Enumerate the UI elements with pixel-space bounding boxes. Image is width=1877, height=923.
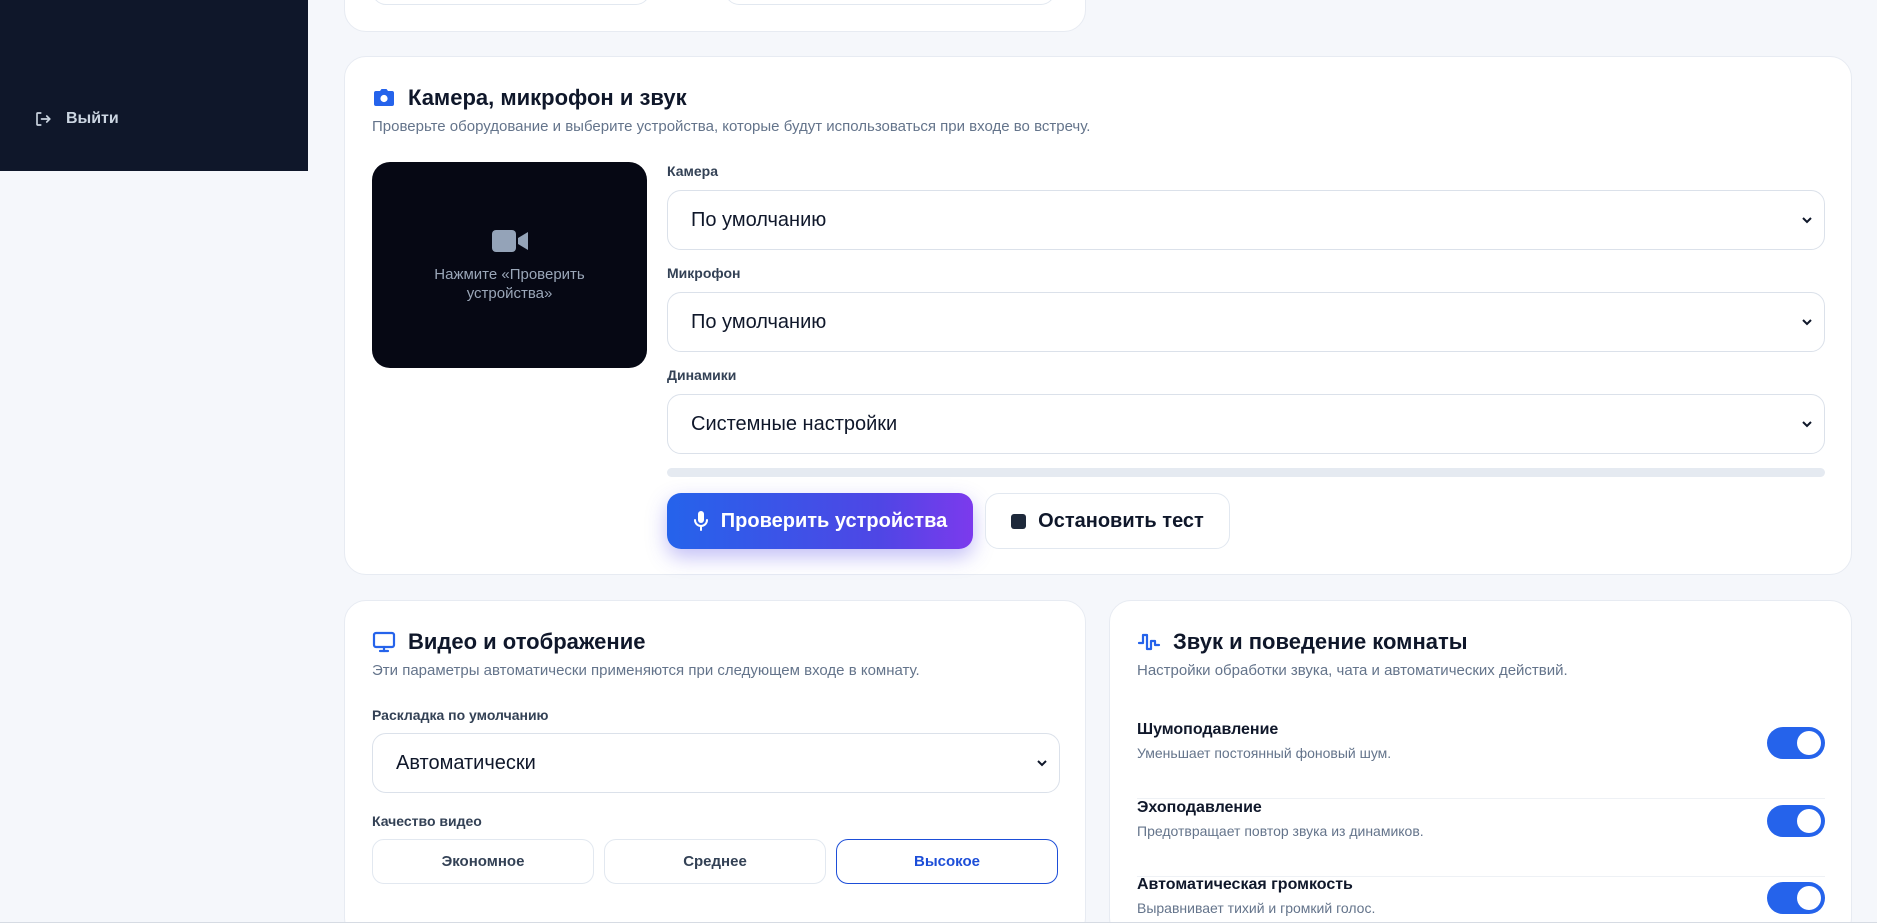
quality-option-economy[interactable]: Экономное: [372, 839, 594, 884]
camera-preview: Нажмите «Проверить устройства»: [372, 162, 647, 368]
logout-icon: [36, 112, 51, 126]
noise-suppression-desc: Уменьшает постоянный фоновый шум.: [1137, 745, 1392, 761]
auto-gain-title: Автоматическая громкость: [1137, 876, 1353, 893]
test-devices-label: Проверить устройства: [720, 509, 948, 532]
monitor-icon: [372, 631, 396, 653]
chevron-down-icon: [1037, 760, 1047, 767]
media-title-text: Камера, микрофон и звук: [408, 85, 687, 110]
waveform-icon: [1137, 633, 1161, 651]
chevron-down-icon: [1802, 319, 1812, 326]
speakers-select[interactable]: Системные настройки: [667, 394, 1825, 454]
stop-test-label: Остановить тест: [1038, 509, 1204, 532]
mic-level-meter: [667, 468, 1825, 477]
previous-field-right[interactable]: [725, 0, 1055, 5]
chevron-down-icon: [1802, 421, 1812, 428]
layout-label: Раскладка по умолчанию: [372, 707, 549, 723]
previous-field-left[interactable]: [372, 0, 650, 5]
quality-segmented-control: Экономное Среднее Высокое: [372, 839, 1058, 884]
microphone-icon: [693, 511, 708, 531]
mic-label: Микрофон: [667, 265, 741, 281]
previous-settings-card: [344, 0, 1086, 32]
camera-label: Камера: [667, 163, 718, 179]
noise-suppression-title: Шумоподавление: [1137, 721, 1279, 738]
noise-suppression-toggle[interactable]: [1767, 727, 1825, 759]
toggle-row-noise-suppression: Шумоподавление Уменьшает постоянный фоно…: [1137, 721, 1825, 799]
logout-label: Выйти: [66, 110, 119, 127]
mic-select[interactable]: По умолчанию: [667, 292, 1825, 352]
toggle-row-auto-gain: Автоматическая громкость Выравнивает тих…: [1137, 876, 1825, 923]
quality-option-medium[interactable]: Среднее: [604, 839, 826, 884]
media-subtitle: Проверьте оборудование и выберите устрой…: [372, 118, 1091, 135]
echo-cancellation-title: Эхоподавление: [1137, 799, 1262, 816]
media-settings-card: Камера, микрофон и звук Проверьте оборуд…: [344, 56, 1852, 575]
sound-subtitle: Настройки обработки звука, чата и автома…: [1137, 662, 1568, 679]
layout-select[interactable]: Автоматически: [372, 733, 1060, 793]
stop-icon: [1011, 513, 1027, 529]
quality-option-high[interactable]: Высокое: [836, 839, 1058, 884]
layout-select-value: Автоматически: [396, 751, 536, 774]
logout-button[interactable]: Выйти: [34, 110, 119, 128]
auto-gain-desc: Выравнивает тихий и громкий голос.: [1137, 900, 1376, 916]
stop-test-button[interactable]: Остановить тест: [985, 493, 1230, 549]
camera-select-value: По умолчанию: [691, 208, 827, 231]
chevron-down-icon: [1802, 217, 1812, 224]
speakers-select-value: Системные настройки: [691, 412, 898, 435]
sound-card-title: Звук и поведение комнаты: [1137, 629, 1468, 655]
quality-label: Качество видео: [372, 813, 482, 829]
camera-select[interactable]: По умолчанию: [667, 190, 1825, 250]
test-devices-button[interactable]: Проверить устройства: [667, 493, 973, 549]
toggle-row-echo-cancellation: Эхоподавление Предотвращает повтор звука…: [1137, 799, 1825, 877]
video-settings-card: Видео и отображение Эти параметры автома…: [344, 600, 1086, 923]
sidebar: Выйти: [0, 0, 308, 171]
camera-icon: [374, 89, 394, 106]
echo-cancellation-desc: Предотвращает повтор звука из динамиков.: [1137, 823, 1424, 839]
sound-title-text: Звук и поведение комнаты: [1173, 629, 1468, 654]
video-camera-icon: [491, 230, 528, 252]
sound-settings-card: Звук и поведение комнаты Настройки обраб…: [1109, 600, 1852, 923]
video-subtitle: Эти параметры автоматически применяются …: [372, 662, 920, 679]
echo-cancellation-toggle[interactable]: [1767, 805, 1825, 837]
video-card-title: Видео и отображение: [372, 629, 645, 655]
speakers-label: Динамики: [667, 367, 737, 383]
preview-hint: Нажмите «Проверить устройства»: [434, 266, 585, 302]
mic-select-value: По умолчанию: [691, 310, 827, 333]
media-card-title: Камера, микрофон и звук: [372, 85, 687, 111]
auto-gain-toggle[interactable]: [1767, 882, 1825, 914]
video-title-text: Видео и отображение: [408, 629, 646, 654]
